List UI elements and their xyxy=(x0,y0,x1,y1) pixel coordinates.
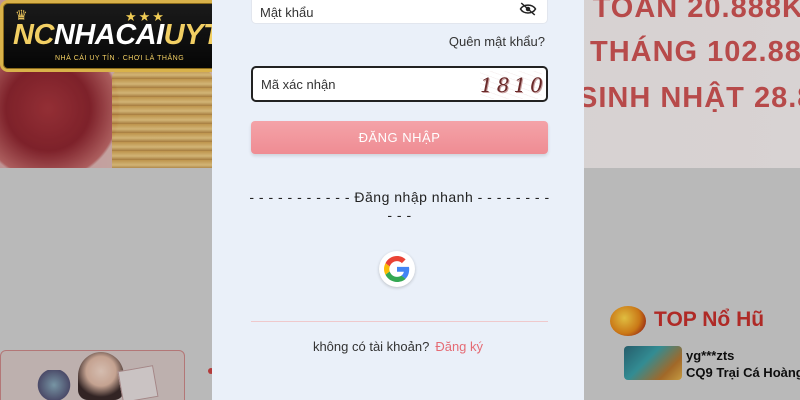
site-logo[interactable]: ♛ ★★★ NCNHACAIUYTIN NHÀ CÁI UY TÍN · CHƠ… xyxy=(0,0,249,72)
login-modal: Mật khẩu Quên mật khẩu? Mã xác nhận 1810… xyxy=(212,0,584,400)
logo-prefix: NC xyxy=(13,19,54,51)
google-login-button[interactable] xyxy=(379,251,415,287)
signup-row: không có tài khoản? Đăng ký xyxy=(212,339,584,354)
eye-slash-icon[interactable] xyxy=(519,2,537,16)
captcha-placeholder: Mã xác nhận xyxy=(261,76,336,92)
quick-login-heading: - - - - - - - - - - - Đăng nhập nhanh - … xyxy=(249,189,550,223)
logo-main-text: NHACAI xyxy=(53,19,164,51)
captcha-image[interactable]: 1810 xyxy=(480,71,543,99)
divider xyxy=(251,321,548,322)
login-button[interactable]: ĐĂNG NHẬP xyxy=(251,121,548,154)
password-placeholder: Mật khẩu xyxy=(260,4,314,20)
captcha-field[interactable]: Mã xác nhận 1810 xyxy=(251,66,548,102)
signup-link[interactable]: Đăng ký xyxy=(435,339,483,354)
no-account-text: không có tài khoản? xyxy=(312,339,430,354)
password-field[interactable]: Mật khẩu xyxy=(251,0,548,24)
google-icon xyxy=(384,256,410,282)
forgot-password-link[interactable]: Quên mật khẩu? xyxy=(449,34,545,49)
logo-tagline: NHÀ CÁI UY TÍN · CHƠI LÀ THẮNG xyxy=(55,55,185,62)
